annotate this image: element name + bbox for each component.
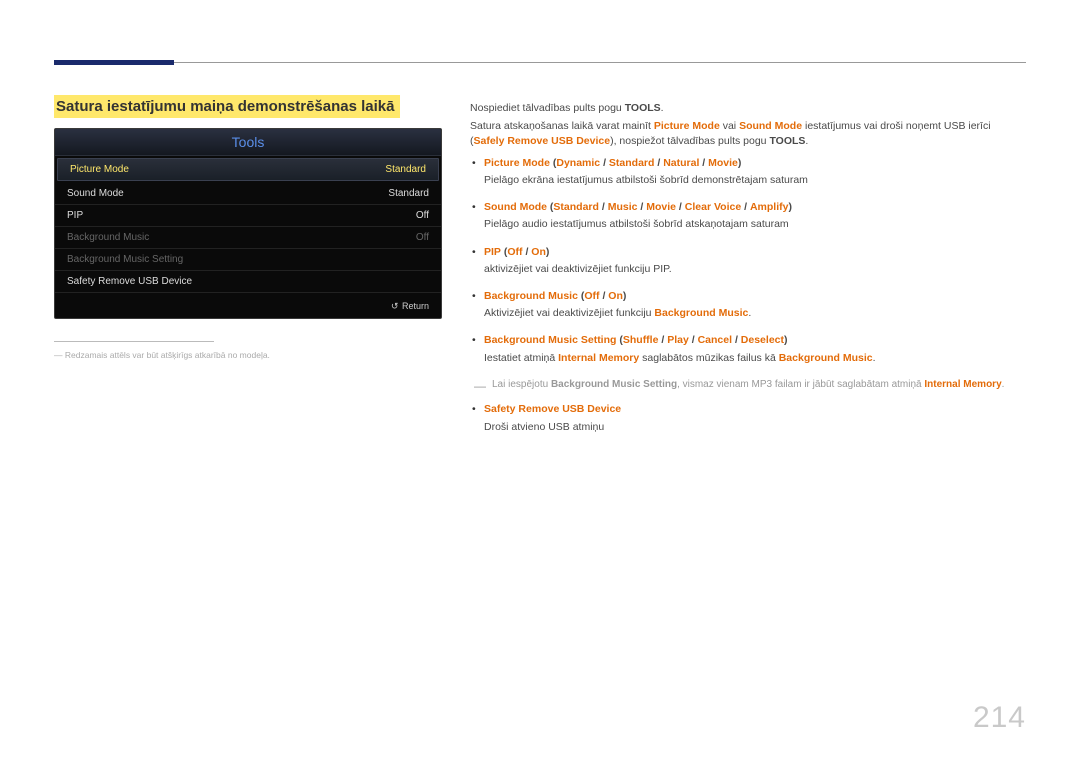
tools-row: Sound Mode Standard: [55, 183, 441, 205]
note-bgm-requirement: Lai iespējotu Background Music Setting, …: [470, 378, 1026, 393]
return-icon: ↻: [391, 301, 399, 312]
section-title: Satura iestatījumu maiņa demonstrēšanas …: [54, 95, 400, 118]
tools-row: Picture Mode Standard: [57, 158, 439, 181]
tools-row-value: Standard: [388, 188, 429, 199]
tools-row-label: Picture Mode: [70, 164, 129, 175]
top-rule: [54, 62, 1026, 63]
tools-panel: Tools Picture Mode Standard Sound Mode Stan…: [54, 128, 442, 319]
return-label: Return: [402, 301, 429, 311]
tools-row: Background Music Setting: [55, 249, 441, 271]
tools-row-value: Off: [416, 210, 429, 221]
tools-row-label: Safety Remove USB Device: [67, 276, 192, 287]
tools-row-label: Background Music Setting: [67, 254, 183, 265]
tools-row: PIP Off: [55, 205, 441, 227]
item-safety-remove-usb: Safety Remove USB Device Droši atvieno U…: [470, 402, 1026, 434]
item-pip: PIP (Off / On) aktivizējiet vai deaktivi…: [470, 245, 1026, 277]
intro-line-1: Nospiediet tālvadības pults pogu TOOLS.: [470, 101, 1026, 116]
tools-row: Safety Remove USB Device: [55, 271, 441, 293]
footnote-rule: [54, 341, 214, 342]
tools-row: Background Music Off: [55, 227, 441, 249]
item-background-music: Background Music (Off / On) Aktivizējiet…: [470, 289, 1026, 321]
intro-line-2: Satura atskaņošanas laikā varat mainīt P…: [470, 119, 1026, 149]
page-number: 214: [973, 701, 1026, 735]
tools-footer: ↻Return: [55, 293, 441, 318]
tools-row-label: Background Music: [67, 232, 149, 243]
tools-row-label: Sound Mode: [67, 188, 124, 199]
tools-row-value: Off: [416, 232, 429, 243]
tools-row-label: PIP: [67, 210, 83, 221]
item-background-music-setting: Background Music Setting (Shuffle / Play…: [470, 333, 1026, 365]
item-picture-mode: Picture Mode (Dynamic / Standard / Natur…: [470, 156, 1026, 188]
footnote-text: Redzamais attēls var būt atšķirīgs atkar…: [54, 350, 442, 360]
item-sound-mode: Sound Mode (Standard / Music / Movie / C…: [470, 200, 1026, 232]
tools-row-value: Standard: [385, 164, 426, 175]
tools-panel-title: Tools: [55, 129, 441, 156]
